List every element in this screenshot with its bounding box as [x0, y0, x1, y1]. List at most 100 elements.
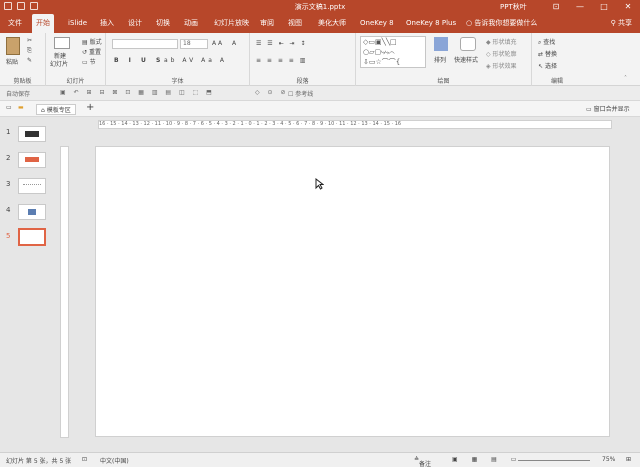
folder-icon[interactable]: ▬ [18, 104, 24, 111]
drawing-group-label: 绘图 [437, 78, 450, 85]
tab-slideshow[interactable]: 幻灯片放映 [210, 14, 253, 33]
tab-onekey8[interactable]: OneKey 8 [356, 14, 398, 33]
shape-outline-button[interactable]: ◇ 形状轮廓 [486, 49, 517, 58]
shape-effects-button[interactable]: ◈ 形状效果 [486, 61, 517, 70]
arrange-label[interactable]: 排列 [434, 55, 446, 64]
tab-animations[interactable]: 动画 [180, 14, 202, 33]
shape-tool-icons[interactable]: ◇ ⊙ ⊘ [255, 89, 288, 96]
slide-number: 5 [6, 232, 11, 240]
slides-group-label: 幻灯片 [66, 78, 85, 85]
tab-onekey8plus[interactable]: OneKey 8 Plus [402, 14, 460, 33]
quick-tool-icons[interactable]: ▣ ↶ ⊞ ⊟ ⊠ ⊡ ▦ ▥ ▤ ◫ ⬚ ⬒ [60, 89, 215, 96]
slide-thumbnail-1[interactable] [18, 126, 46, 142]
select-button[interactable]: ↖ 选择 [538, 61, 557, 70]
drawing-group: ◇▭▣╲╲□ ○▱▢⤷⤷⌒ ⇩▭☆⌒⌒{ 排列 快速样式 ◆ 形状填充 ◇ 形状轮廓… [356, 33, 532, 86]
slide-thumbnail-5[interactable] [18, 228, 46, 246]
reset-button[interactable]: ↺ 重置 [82, 47, 101, 56]
tab-insert[interactable]: 插入 [96, 14, 118, 33]
slide-thumbnail-4[interactable] [18, 204, 46, 220]
window-merge-button[interactable]: ▭ 窗口合并显示 [586, 104, 630, 113]
font-style-buttons[interactable]: B I U S [114, 57, 164, 64]
close-button[interactable]: ✕ [616, 0, 640, 14]
minimize-button[interactable]: — [568, 0, 592, 14]
shape-fill-button[interactable]: ◆ 形状填充 [486, 37, 517, 46]
shapes-gallery[interactable]: ◇▭▣╲╲□ ○▱▢⤷⤷⌒ ⇩▭☆⌒⌒{ [360, 36, 426, 68]
paragraph-group-label: 段落 [296, 78, 309, 85]
tell-me-search[interactable]: ○ 告诉我你想要做什么 [466, 14, 537, 33]
guides-checkbox[interactable]: ☐ 参考线 [288, 89, 313, 98]
editing-group: ⌕ 查找 ⇄ 替换 ↖ 选择 编辑 [532, 33, 582, 86]
new-slide-icon[interactable] [54, 37, 70, 49]
tab-view[interactable]: 视图 [284, 14, 306, 33]
account-name[interactable]: PPT秋叶 [500, 2, 527, 12]
new-slide-label-2[interactable]: 幻灯片 [50, 59, 68, 68]
language-status[interactable]: 中文(中国) [100, 456, 129, 465]
tab-home[interactable]: 开始 [32, 14, 54, 33]
arrange-icon[interactable] [434, 37, 448, 51]
horizontal-ruler: 16 · 15 · 14 · 13 · 12 · 11 · 10 · 9 · 8… [98, 120, 612, 129]
slide-count-status: 幻灯片 第 5 张，共 5 张 [6, 458, 72, 465]
font-group-label: 字体 [171, 78, 184, 85]
fit-slide-icon[interactable]: ⊞ [626, 456, 631, 463]
font-size-input[interactable]: 18 [180, 39, 208, 49]
slide-canvas[interactable] [95, 146, 610, 437]
slide-number: 2 [6, 154, 11, 162]
align-buttons[interactable]: ≡ ≡ ≡ ≡ ▥ [256, 57, 307, 64]
replace-button[interactable]: ⇄ 替换 [538, 49, 557, 58]
copy-icon[interactable]: ⎘ [27, 47, 32, 55]
font-group: 18 A A A B I U S ab AV Aa A 字体 [106, 33, 250, 86]
slide-thumbnails-pane: 1 2 3 4 5 [0, 118, 58, 449]
tab-design[interactable]: 设计 [124, 14, 146, 33]
zoom-level[interactable]: 75% [602, 456, 615, 463]
window-controls: ⊡ — □ ✕ [544, 0, 640, 14]
clipboard-group-label: 剪贴板 [13, 78, 32, 85]
auto-save-toggle[interactable]: 自动保存 [6, 89, 30, 98]
add-tab-button[interactable]: + [86, 102, 94, 113]
layout-button[interactable]: ▤ 版式 [82, 37, 102, 46]
notes-button[interactable]: ≙ 备注 [414, 456, 431, 467]
list-buttons[interactable]: ☰ ☰ ⇤ ⇥ ↕ [256, 40, 307, 47]
status-bar: 幻灯片 第 5 张，共 5 张 ⊡ 中文(中国) ≙ 备注 ▣ ▦ ▤ ▭ 75… [0, 452, 640, 467]
slide-thumbnail-2[interactable] [18, 152, 46, 168]
spellcheck-icon[interactable]: ⊡ [82, 456, 87, 463]
clipboard-group: 粘贴 ✂ ⎘ ✎ 剪贴板 [0, 33, 46, 86]
tab-transitions[interactable]: 切换 [152, 14, 174, 33]
vertical-ruler [60, 146, 69, 438]
font-extra-buttons[interactable]: ab AV Aa A [164, 57, 227, 64]
find-button[interactable]: ⌕ 查找 [538, 37, 555, 47]
section-button[interactable]: ▭ 节 [82, 57, 96, 66]
slide-number: 3 [6, 180, 11, 188]
share-label: 共享 [618, 19, 632, 27]
template-tab[interactable]: ⌂ 模板专区 [36, 104, 76, 115]
editing-group-label: 编辑 [550, 78, 563, 85]
cut-icon[interactable]: ✂ [27, 37, 32, 44]
ribbon-tabs: 文件 开始 iSlide 插入 设计 切换 动画 幻灯片放映 审阅 视图 美化大… [0, 14, 640, 33]
template-tab-bar: ▭ ▬ ⌂ 模板专区 + ▭ 窗口合并显示 [0, 101, 640, 117]
grow-font-icon[interactable]: A A [212, 40, 222, 47]
view-buttons[interactable]: ▣ ▦ ▤ ▭ [452, 456, 522, 463]
person-icon: ⚲ [610, 19, 618, 27]
tab-file[interactable]: 文件 [4, 14, 26, 33]
tab-review[interactable]: 审阅 [256, 14, 278, 33]
clear-format-icon[interactable]: A [232, 40, 236, 47]
title-bar: 演示文稿1.pptx PPT秋叶 ⊡ — □ ✕ [0, 0, 640, 14]
collapse-ribbon-icon[interactable]: ˄ [624, 75, 627, 82]
slide-thumbnail-3[interactable] [18, 178, 46, 194]
file-icon[interactable]: ▭ [6, 104, 12, 111]
vertical-scrollbar[interactable] [631, 118, 640, 449]
zoom-slider[interactable] [518, 460, 590, 461]
quick-styles-icon[interactable] [460, 37, 476, 51]
quick-styles-label[interactable]: 快速样式 [454, 55, 478, 64]
paste-icon[interactable] [6, 37, 20, 55]
slide-number: 4 [6, 206, 11, 214]
slide-number: 1 [6, 128, 11, 136]
format-painter-icon[interactable]: ✎ [27, 57, 32, 64]
share-button[interactable]: ⚲ 共享 [611, 14, 632, 33]
paste-label[interactable]: 粘贴 [6, 57, 18, 66]
tab-beautify[interactable]: 美化大师 [314, 14, 350, 33]
font-name-input[interactable] [112, 39, 178, 49]
quick-bar: 自动保存 ▣ ↶ ⊞ ⊟ ⊠ ⊡ ▦ ▥ ▤ ◫ ⬚ ⬒ ◇ ⊙ ⊘ ☐ 参考线 [0, 86, 640, 101]
tab-islide[interactable]: iSlide [64, 14, 91, 33]
maximize-button[interactable]: □ [592, 0, 616, 14]
ribbon-display-icon[interactable]: ⊡ [544, 0, 568, 14]
